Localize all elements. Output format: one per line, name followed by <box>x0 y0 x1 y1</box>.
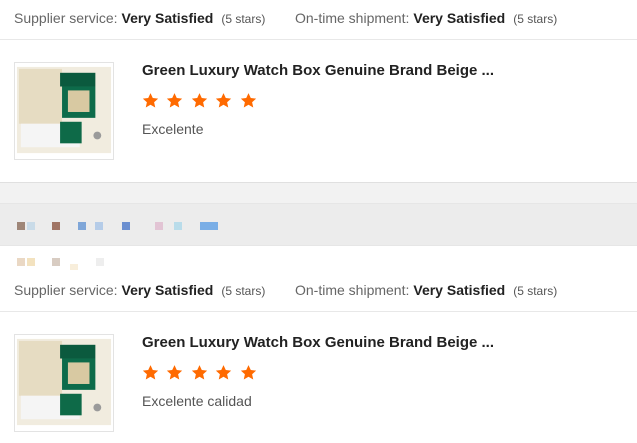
star-icon <box>215 92 232 109</box>
blurred-avatar <box>17 222 25 230</box>
blurred-text <box>200 222 218 230</box>
product-thumbnail[interactable] <box>14 334 114 432</box>
blurred-text <box>95 222 103 230</box>
supplier-service-value: Very Satisfied <box>121 282 214 298</box>
supplier-service-stars: (5 stars) <box>221 284 266 298</box>
blurred-text <box>78 222 86 230</box>
blurred-date <box>52 258 60 266</box>
shipment-label: On-time shipment: <box>295 282 410 298</box>
blurred-text <box>155 222 163 230</box>
watch-box-image <box>15 335 113 431</box>
review-rating-bar: Supplier service: Very Satisfied (5 stars)… <box>0 0 637 40</box>
star-icon <box>240 364 257 381</box>
star-icon <box>166 364 183 381</box>
review-product: Green Luxury Watch Box Genuine Brand Bei… <box>0 40 637 183</box>
star-icon <box>215 364 232 381</box>
star-icon <box>142 364 159 381</box>
supplier-service-rating: Supplier service: Very Satisfied (5 stars) <box>14 0 265 40</box>
blurred-text <box>122 222 130 230</box>
product-title[interactable]: Green Luxury Watch Box Genuine Brand Bei… <box>142 62 494 79</box>
supplier-service-rating: Supplier service: Very Satisfied (5 stars) <box>14 272 265 312</box>
supplier-service-stars: (5 stars) <box>221 12 266 26</box>
shipment-rating: On-time shipment: Very Satisfied (5 stars) <box>295 0 557 40</box>
star-icon <box>166 92 183 109</box>
blurred-date <box>70 264 78 270</box>
shipment-label: On-time shipment: <box>295 10 410 26</box>
star-rating <box>142 92 260 112</box>
blurred-date <box>17 258 25 266</box>
star-icon <box>191 92 208 109</box>
shipment-value: Very Satisfied <box>413 282 506 298</box>
review-rating-bar: Supplier service: Very Satisfied (5 stars)… <box>0 272 637 312</box>
product-thumbnail[interactable] <box>14 62 114 160</box>
blurred-text <box>52 222 60 230</box>
reviewer-info-band <box>0 204 637 246</box>
blurred-date <box>27 258 35 266</box>
star-icon <box>191 364 208 381</box>
supplier-service-value: Very Satisfied <box>121 10 214 26</box>
star-icon <box>142 92 159 109</box>
review-product: Green Luxury Watch Box Genuine Brand Bei… <box>0 312 637 443</box>
supplier-service-label: Supplier service: <box>14 10 118 26</box>
blurred-text <box>27 222 35 230</box>
shipment-stars: (5 stars) <box>513 12 558 26</box>
blurred-date <box>96 258 104 266</box>
star-rating <box>142 364 260 384</box>
shipment-value: Very Satisfied <box>413 10 506 26</box>
shipment-rating: On-time shipment: Very Satisfied (5 stars) <box>295 272 557 312</box>
review-comment: Excelente calidad <box>142 393 252 409</box>
shipment-stars: (5 stars) <box>513 284 558 298</box>
blurred-text <box>174 222 182 230</box>
product-title[interactable]: Green Luxury Watch Box Genuine Brand Bei… <box>142 334 494 351</box>
review-comment: Excelente <box>142 121 204 137</box>
section-divider <box>0 182 637 204</box>
star-icon <box>240 92 257 109</box>
supplier-service-label: Supplier service: <box>14 282 118 298</box>
watch-box-image <box>15 63 113 159</box>
